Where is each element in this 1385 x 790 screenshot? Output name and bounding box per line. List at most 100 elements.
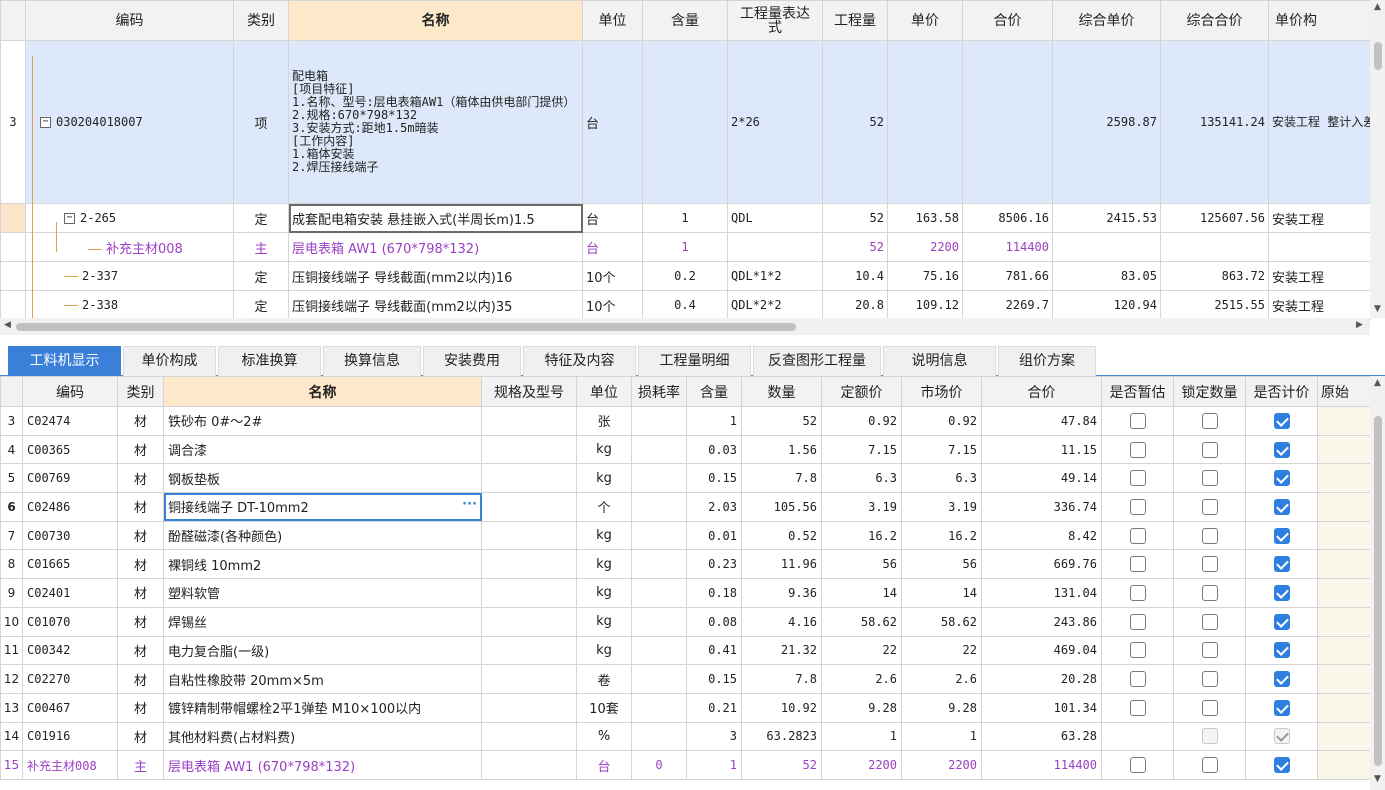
code-cell[interactable]: C02474 bbox=[22, 406, 118, 436]
market-price-cell[interactable]: 56 bbox=[901, 549, 982, 580]
quota-price-cell[interactable]: 14 bbox=[821, 578, 902, 608]
category-cell[interactable]: 定 bbox=[233, 290, 289, 320]
unit-cell[interactable]: 个 bbox=[576, 492, 632, 522]
collapse-icon[interactable]: − bbox=[40, 117, 51, 128]
code-cell[interactable]: C00467 bbox=[22, 692, 118, 723]
unit-cell[interactable]: 10个 bbox=[582, 290, 643, 320]
spec-cell[interactable] bbox=[481, 492, 577, 522]
col-amount-header[interactable]: 工程量 bbox=[822, 0, 888, 41]
market-price-cell[interactable]: 1 bbox=[901, 721, 982, 752]
loss-rate-cell[interactable] bbox=[631, 578, 687, 608]
market-price-cell[interactable]: 58.62 bbox=[901, 606, 982, 637]
spec-cell[interactable] bbox=[481, 606, 577, 637]
name-cell[interactable]: 层电表箱 AW1 (670*798*132) bbox=[288, 232, 583, 262]
lock-quantity-checkbox[interactable] bbox=[1201, 412, 1218, 429]
category-cell[interactable]: 材 bbox=[117, 606, 164, 637]
spec-cell[interactable] bbox=[481, 635, 577, 666]
col-estimate-header[interactable]: 是否暂估 bbox=[1101, 376, 1174, 407]
col-price-header[interactable]: 单价 bbox=[887, 0, 963, 41]
material-row[interactable]: 12 C02270 材自粘性橡胶带 20mm×5m 卷 0.15 7.8 2.6 2.6 20.… bbox=[0, 664, 1371, 694]
qty-cell[interactable]: 1 bbox=[642, 232, 728, 262]
expr-cell[interactable]: 2*26 bbox=[727, 40, 823, 204]
priced-checkbox[interactable] bbox=[1273, 527, 1290, 544]
col-loss-header[interactable]: 损耗率 bbox=[631, 376, 687, 407]
price-cell[interactable]: 163.58 bbox=[887, 203, 963, 233]
quota-price-cell[interactable]: 58.62 bbox=[821, 606, 902, 637]
material-row[interactable]: 10 C01070 材焊锡丝 kg 0.08 4.16 58.62 58.62 243.86 bbox=[0, 606, 1371, 637]
col-code-header[interactable]: 编码 bbox=[25, 0, 234, 41]
price-cell[interactable] bbox=[887, 40, 963, 204]
amount-cell[interactable]: 52 bbox=[822, 40, 888, 204]
count-cell[interactable]: 1.56 bbox=[741, 434, 822, 465]
item-grid-horizontal-scrollbar[interactable]: ◀ ▶ bbox=[0, 318, 1370, 335]
tab-description[interactable]: 说明信息 bbox=[883, 346, 996, 376]
loss-rate-cell[interactable] bbox=[631, 692, 687, 723]
material-row[interactable]: 13 C00467 材镀锌精制带帽螺栓2平1弹垫 M10×100以内 10套 0.21 1… bbox=[0, 692, 1371, 723]
qty-cell[interactable]: 0.03 bbox=[686, 434, 742, 465]
lock-quantity-checkbox[interactable] bbox=[1201, 470, 1218, 487]
qty-cell[interactable]: 0.01 bbox=[686, 520, 742, 551]
col-category-header[interactable]: 类别 bbox=[117, 376, 164, 407]
spec-cell[interactable] bbox=[481, 664, 577, 694]
loss-rate-cell[interactable] bbox=[631, 606, 687, 637]
quota-price-cell[interactable]: 56 bbox=[821, 549, 902, 580]
price-cell[interactable]: 109.12 bbox=[887, 290, 963, 320]
col-total-header[interactable]: 合价 bbox=[962, 0, 1053, 41]
col-price-struct-header[interactable]: 单价构 bbox=[1268, 0, 1371, 41]
name-cell[interactable]: 钢板垫板 bbox=[163, 463, 482, 494]
col-spec-header[interactable]: 规格及型号 bbox=[481, 376, 577, 407]
material-row[interactable]: 7 C00730 材酚醛磁漆(各种颜色) kg 0.01 0.52 16.2 16.2 8.42 bbox=[0, 520, 1371, 551]
col-original-header[interactable]: 原始 bbox=[1317, 376, 1371, 407]
priced-checkbox[interactable] bbox=[1273, 470, 1290, 487]
qty-cell[interactable]: 0.21 bbox=[686, 692, 742, 723]
estimate-checkbox[interactable] bbox=[1129, 757, 1146, 774]
count-cell[interactable]: 63.2823 bbox=[741, 721, 822, 752]
unit-cell[interactable]: 张 bbox=[576, 406, 632, 436]
category-cell[interactable]: 材 bbox=[117, 434, 164, 465]
count-cell[interactable]: 52 bbox=[741, 406, 822, 436]
expr-cell[interactable]: QDL bbox=[727, 203, 823, 233]
priced-checkbox[interactable] bbox=[1273, 498, 1290, 515]
price-struct-cell[interactable]: 安装工程 整计入差 bbox=[1268, 40, 1371, 204]
estimate-checkbox[interactable] bbox=[1129, 412, 1146, 429]
unit-cell[interactable]: kg bbox=[576, 549, 632, 580]
name-cell[interactable]: 焊锡丝 bbox=[163, 606, 482, 637]
category-cell[interactable]: 定 bbox=[233, 261, 289, 291]
price-struct-cell[interactable] bbox=[1268, 232, 1371, 262]
material-row[interactable]: 3 C02474 材铁砂布 0#～2# 张 1 52 0.92 0.92 47.84 bbox=[0, 406, 1371, 436]
market-price-cell[interactable]: 7.15 bbox=[901, 434, 982, 465]
col-qty-header[interactable]: 含量 bbox=[686, 376, 742, 407]
quota-price-cell[interactable]: 9.28 bbox=[821, 692, 902, 723]
name-cell[interactable]: 镀锌精制带帽螺栓2平1弹垫 M10×100以内 bbox=[163, 692, 482, 723]
priced-checkbox[interactable] bbox=[1273, 613, 1290, 630]
lock-quantity-checkbox[interactable] bbox=[1201, 757, 1218, 774]
scroll-up-icon[interactable]: ▲ bbox=[1370, 378, 1385, 388]
estimate-checkbox[interactable] bbox=[1129, 527, 1146, 544]
category-cell[interactable]: 材 bbox=[117, 664, 164, 694]
material-row[interactable]: 9 C02401 材塑料软管 kg 0.18 9.36 14 14 131.04 bbox=[0, 578, 1371, 608]
col-qty-header[interactable]: 含量 bbox=[642, 0, 728, 41]
name-cell[interactable]: 塑料软管 bbox=[163, 578, 482, 608]
tab-install-fees[interactable]: 安装费用 bbox=[423, 346, 521, 376]
scroll-down-icon[interactable]: ▼ bbox=[1370, 304, 1385, 314]
expr-cell[interactable] bbox=[727, 232, 823, 262]
qty-cell[interactable] bbox=[642, 40, 728, 204]
name-cell[interactable]: 压铜接线端子 导线截面(mm2以内)35 bbox=[288, 290, 583, 320]
expr-cell[interactable]: QDL*2*2 bbox=[727, 290, 823, 320]
price-struct-cell[interactable]: 安装工程 bbox=[1268, 203, 1371, 233]
col-category-header[interactable]: 类别 bbox=[233, 0, 289, 41]
tab-pricing-scheme[interactable]: 组价方案 bbox=[998, 346, 1096, 376]
estimate-checkbox[interactable] bbox=[1129, 441, 1146, 458]
scrollbar-thumb[interactable] bbox=[16, 323, 796, 331]
name-cell[interactable]: 成套配电箱安装 悬挂嵌入式(半周长m)1.5 bbox=[288, 203, 583, 233]
estimate-checkbox[interactable] bbox=[1129, 613, 1146, 630]
count-cell[interactable]: 9.36 bbox=[741, 578, 822, 608]
estimate-checkbox[interactable] bbox=[1129, 498, 1146, 515]
col-name-header[interactable]: 名称 bbox=[288, 0, 583, 41]
qty-cell[interactable]: 0.4 bbox=[642, 290, 728, 320]
tab-price-composition[interactable]: 单价构成 bbox=[123, 346, 216, 376]
market-price-cell[interactable]: 22 bbox=[901, 635, 982, 666]
price-cell[interactable]: 75.16 bbox=[887, 261, 963, 291]
lock-quantity-checkbox[interactable] bbox=[1201, 584, 1218, 601]
col-total-header[interactable]: 合价 bbox=[981, 376, 1102, 407]
